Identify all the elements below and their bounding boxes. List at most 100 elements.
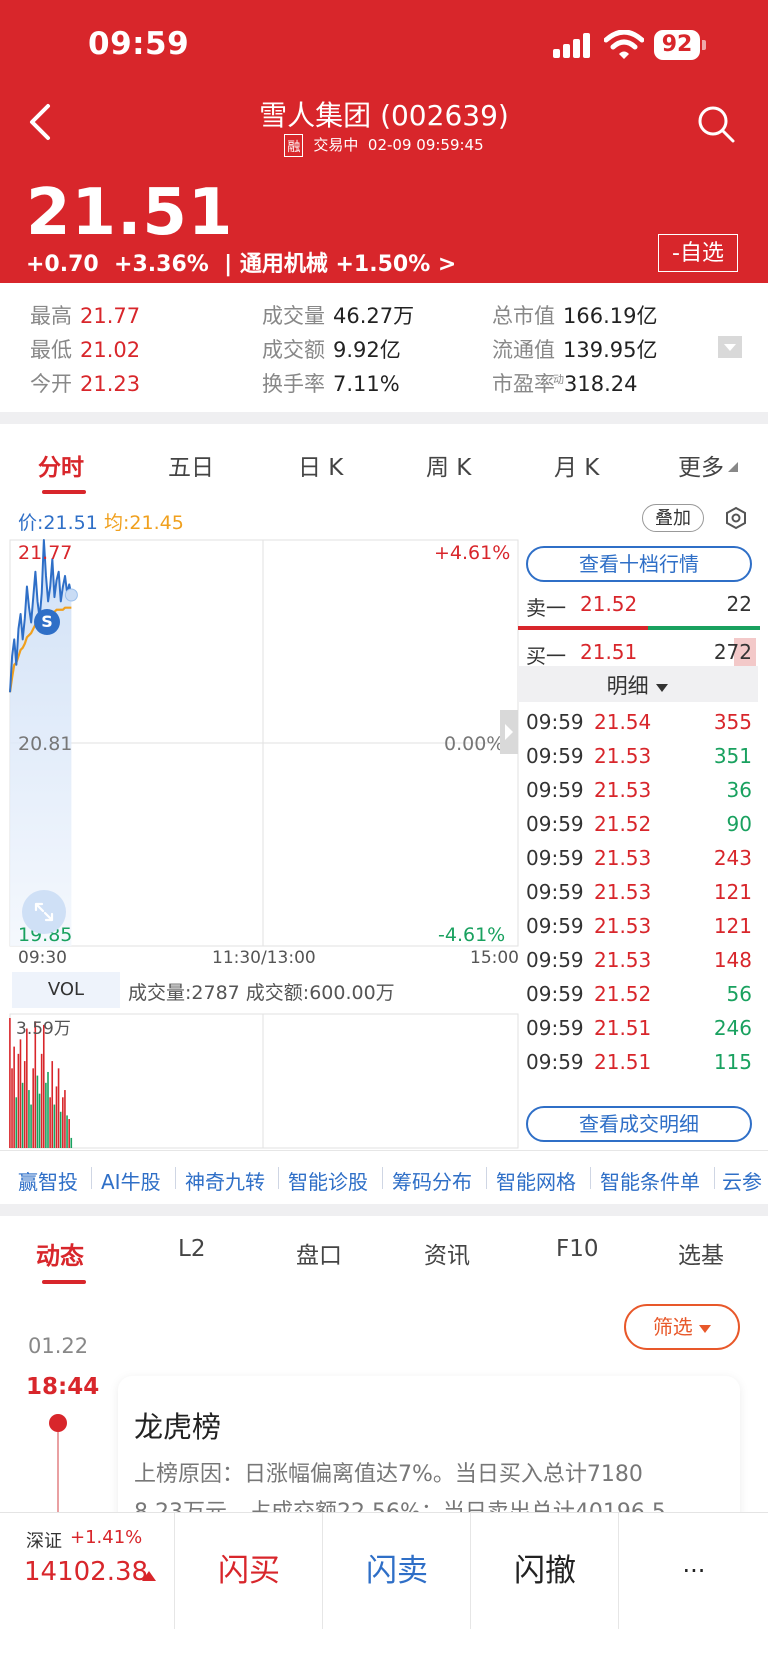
tab-l2[interactable]: L2 <box>178 1236 205 1262</box>
chart-collapse-handle[interactable] <box>500 710 518 754</box>
stat-amount: 成交额 9.92亿 <box>262 334 401 364</box>
sell1-row: 卖一 21.52 22 <box>526 592 752 626</box>
feature-magic-nine[interactable]: 神奇九转 <box>185 1166 265 1195</box>
tab-weekly-k[interactable]: 周 K <box>426 448 471 482</box>
volume-bar <box>51 1061 54 1148</box>
chevron-down-icon <box>656 684 669 692</box>
volume-bar <box>47 1071 49 1148</box>
trade-volume: 115 <box>713 1050 752 1074</box>
news-card[interactable]: 龙虎榜 上榜原因：日涨幅偏离值达7%。当日买入总计7180 8.23万元，占成交… <box>118 1376 740 1526</box>
expand-stats-icon[interactable] <box>718 336 742 358</box>
feature-sep <box>486 1167 487 1189</box>
settings-icon[interactable] <box>724 506 748 530</box>
timeline-time: 18:44 <box>26 1374 100 1400</box>
trade-volume: 121 <box>713 880 752 904</box>
stat-value: 21.02 <box>80 338 141 362</box>
volume-bar <box>62 1097 64 1148</box>
stat-mktcap: 总市值 166.19亿 <box>492 300 657 330</box>
trade-time: 09:59 <box>526 1016 584 1040</box>
indicator-tab-vol[interactable]: VOL <box>12 972 120 1008</box>
trade-time: 09:59 <box>526 846 584 870</box>
battery-icon: 92 <box>654 30 706 60</box>
trade-volume: 148 <box>713 948 752 972</box>
trade-price: 21.51 <box>594 1016 652 1040</box>
stat-pe-mark: 动 <box>553 373 564 386</box>
bottom-trade-bar: 深证 +1.41% 14102.38 闪买 闪卖 闪撤 ··· <box>0 1512 768 1663</box>
view-trades-button[interactable]: 查看成交明细 <box>526 1106 752 1142</box>
feature-smart-diagnosis[interactable]: 智能诊股 <box>288 1166 368 1195</box>
feature-smart-grid[interactable]: 智能网格 <box>496 1166 576 1195</box>
price-change: +0.70 <box>26 252 99 277</box>
trade-row: 09:59 21.53 351 <box>526 744 752 778</box>
trade-price: 21.54 <box>594 710 652 734</box>
feature-cloud[interactable]: 云参 <box>722 1166 762 1195</box>
feature-sep <box>175 1167 176 1189</box>
trade-row: 09:59 21.53 121 <box>526 880 752 914</box>
trade-row: 09:59 21.53 243 <box>526 846 752 880</box>
buy1-price: 21.51 <box>580 640 638 664</box>
section-divider <box>0 1204 768 1216</box>
tab-f10[interactable]: F10 <box>556 1236 599 1262</box>
trade-time: 09:59 <box>526 812 584 836</box>
tab-funds[interactable]: 选基 <box>678 1236 724 1270</box>
stat-value: 9.92亿 <box>333 338 401 362</box>
detail-header[interactable]: 明细 <box>518 666 758 702</box>
volume-bar <box>68 1119 70 1148</box>
trade-volume: 121 <box>713 914 752 938</box>
tab-underline <box>42 1280 86 1284</box>
feature-sep <box>714 1167 715 1189</box>
overlay-button[interactable]: 叠加 <box>642 504 704 532</box>
trade-row: 09:59 21.53 121 <box>526 914 752 948</box>
status-time: 09:59 <box>88 26 190 62</box>
view-10-levels-button[interactable]: 查看十档行情 <box>526 546 752 582</box>
stat-high: 最高 21.77 <box>30 300 140 330</box>
y-axis-mid: 20.81 <box>18 733 73 755</box>
more-corner-icon <box>728 462 738 472</box>
battery-level: 92 <box>654 30 700 60</box>
tab-monthly-k[interactable]: 月 K <box>554 448 599 482</box>
volume-bar <box>64 1090 66 1148</box>
stat-value: 46.27万 <box>333 304 415 328</box>
tab-handicap[interactable]: 盘口 <box>296 1236 342 1270</box>
sell-signal-marker[interactable]: S <box>34 609 60 635</box>
flash-buy-button[interactable]: 闪买 <box>174 1513 323 1629</box>
watchlist-button[interactable]: -自选 <box>658 234 738 272</box>
trade-volume: 36 <box>726 778 752 802</box>
trade-price: 21.52 <box>594 812 652 836</box>
intraday-chart[interactable] <box>0 536 520 956</box>
price-legend: 价:21.51 <box>18 512 98 534</box>
quote-timestamp: 02-09 09:59:45 <box>367 136 484 154</box>
trade-time: 09:59 <box>526 744 584 768</box>
filter-button[interactable]: 筛选 <box>624 1304 740 1350</box>
tab-more[interactable]: 更多 <box>678 448 724 482</box>
sector-link[interactable]: | 通用机械 +1.50% > <box>224 252 456 277</box>
sell1-price: 21.52 <box>580 592 638 616</box>
volume-bar <box>59 1111 62 1148</box>
fullscreen-icon[interactable] <box>22 890 66 934</box>
volume-bar <box>38 1093 41 1148</box>
volume-bar <box>30 1104 32 1148</box>
feature-ying-zhi-tou[interactable]: 赢智投 <box>18 1166 78 1195</box>
feature-sep <box>91 1167 92 1189</box>
volume-bar <box>57 1068 60 1148</box>
flash-sell-button[interactable]: 闪卖 <box>322 1513 471 1629</box>
tab-dynamics[interactable]: 动态 <box>36 1236 84 1271</box>
tab-daily-k[interactable]: 日 K <box>298 448 343 482</box>
volume-bar <box>19 1039 22 1148</box>
flash-cancel-button[interactable]: 闪撤 <box>470 1513 619 1629</box>
tab-5day[interactable]: 五日 <box>168 448 214 482</box>
search-icon[interactable] <box>696 104 736 144</box>
price-change-line: +0.70 +3.36% | 通用机械 +1.50% > <box>26 246 456 278</box>
trade-time: 09:59 <box>526 948 584 972</box>
index-value[interactable]: 14102.38 <box>24 1557 148 1587</box>
stat-label: 最高 <box>30 304 72 328</box>
sell-ratio-bar <box>518 626 648 630</box>
more-actions-button[interactable]: ··· <box>618 1513 768 1629</box>
tab-news[interactable]: 资讯 <box>424 1236 470 1270</box>
tab-intraday[interactable]: 分时 <box>38 448 84 482</box>
feature-chip-distribution[interactable]: 筹码分布 <box>392 1166 472 1195</box>
feature-smart-condition-order[interactable]: 智能条件单 <box>600 1166 700 1195</box>
feature-ai-stocks[interactable]: AI牛股 <box>101 1166 161 1195</box>
buy1-volume: 272 <box>713 640 752 664</box>
trade-price: 21.53 <box>594 744 652 768</box>
